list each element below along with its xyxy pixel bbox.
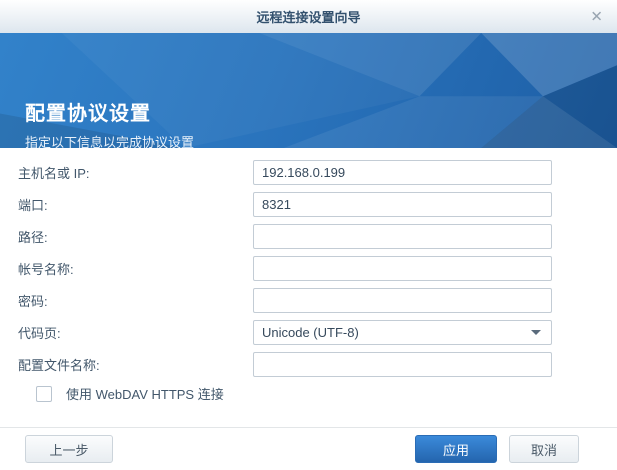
host-label: 主机名或 IP: [18, 166, 90, 181]
remote-connection-wizard-dialog: 远程连接设置向导 ✕ 配置协议设置 指定以下信息以完成协议设置 主机名或 IP:… [0, 0, 617, 470]
form-row-account: 帐号名称: [18, 256, 617, 281]
protocol-settings-form: 主机名或 IP: 端口: 路径: 帐号名称: 密码: 代码页: Unicode … [0, 148, 617, 403]
wizard-banner: 配置协议设置 指定以下信息以完成协议设置 [0, 33, 617, 148]
webdav-https-checkbox[interactable] [36, 385, 52, 402]
back-button[interactable]: 上一步 [25, 435, 113, 463]
profile-name-label: 配置文件名称: [18, 358, 100, 373]
webdav-https-label: 使用 WebDAV HTTPS 连接 [66, 387, 224, 402]
host-input[interactable] [253, 160, 552, 185]
chevron-down-icon [531, 330, 541, 335]
path-label: 路径: [18, 230, 48, 245]
webdav-https-row: 使用 WebDAV HTTPS 连接 [18, 384, 617, 403]
path-input[interactable] [253, 224, 552, 249]
banner-subtitle: 指定以下信息以完成协议设置 [25, 135, 195, 148]
dialog-footer: 上一步 应用 取消 [0, 427, 617, 470]
profile-name-input[interactable] [253, 352, 552, 377]
account-input[interactable] [253, 256, 552, 281]
account-label: 帐号名称: [18, 262, 74, 277]
close-icon[interactable]: ✕ [590, 9, 603, 24]
codepage-selected-value: Unicode (UTF-8) [262, 325, 359, 340]
form-row-path: 路径: [18, 224, 617, 249]
banner-title: 配置协议设置 [25, 103, 151, 125]
port-label: 端口: [18, 198, 48, 213]
titlebar: 远程连接设置向导 ✕ [0, 0, 617, 33]
form-row-codepage: 代码页: Unicode (UTF-8) [18, 320, 617, 345]
port-input[interactable] [253, 192, 552, 217]
dialog-title: 远程连接设置向导 [256, 10, 361, 25]
password-input[interactable] [253, 288, 552, 313]
form-row-host: 主机名或 IP: [18, 160, 617, 185]
form-row-password: 密码: [18, 288, 617, 313]
password-label: 密码: [18, 294, 48, 309]
form-row-port: 端口: [18, 192, 617, 217]
apply-button[interactable]: 应用 [415, 435, 497, 463]
cancel-button[interactable]: 取消 [509, 435, 579, 463]
codepage-select[interactable]: Unicode (UTF-8) [253, 320, 552, 345]
codepage-label: 代码页: [18, 326, 61, 341]
form-row-profile-name: 配置文件名称: [18, 352, 617, 377]
